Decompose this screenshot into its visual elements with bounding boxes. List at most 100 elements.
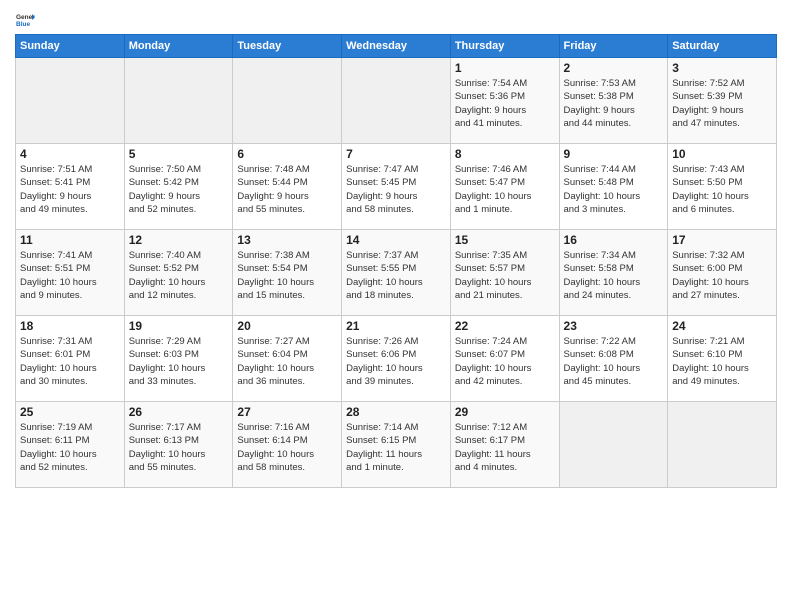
calendar-body: 1 Sunrise: 7:54 AMSunset: 5:36 PMDaylight… [16,58,777,488]
calendar-week: 4 Sunrise: 7:51 AMSunset: 5:41 PMDaylight… [16,144,777,230]
calendar-cell [342,58,451,144]
calendar-cell: 1 Sunrise: 7:54 AMSunset: 5:36 PMDaylight… [450,58,559,144]
cell-day-number: 23 [564,319,664,333]
cell-info: Sunrise: 7:12 AMSunset: 6:17 PMDaylight:… [455,421,555,474]
weekday-header: Wednesday [342,35,451,58]
cell-day-number: 5 [129,147,229,161]
cell-info: Sunrise: 7:26 AMSunset: 6:06 PMDaylight:… [346,335,446,388]
calendar-header: SundayMondayTuesdayWednesdayThursdayFrid… [16,35,777,58]
calendar-cell: 24 Sunrise: 7:21 AMSunset: 6:10 PMDayligh… [668,316,777,402]
weekday-header: Saturday [668,35,777,58]
calendar-cell: 11 Sunrise: 7:41 AMSunset: 5:51 PMDayligh… [16,230,125,316]
cell-day-number: 25 [20,405,120,419]
cell-info: Sunrise: 7:17 AMSunset: 6:13 PMDaylight:… [129,421,229,474]
cell-info: Sunrise: 7:43 AMSunset: 5:50 PMDaylight:… [672,163,772,216]
cell-info: Sunrise: 7:29 AMSunset: 6:03 PMDaylight:… [129,335,229,388]
cell-info: Sunrise: 7:31 AMSunset: 6:01 PMDaylight:… [20,335,120,388]
cell-info: Sunrise: 7:52 AMSunset: 5:39 PMDaylight:… [672,77,772,130]
calendar-cell: 8 Sunrise: 7:46 AMSunset: 5:47 PMDaylight… [450,144,559,230]
weekday-header: Thursday [450,35,559,58]
weekday-header: Tuesday [233,35,342,58]
cell-day-number: 28 [346,405,446,419]
cell-day-number: 24 [672,319,772,333]
cell-day-number: 17 [672,233,772,247]
calendar-cell: 9Sunrise: 7:44 AMSunset: 5:48 PMDaylight… [559,144,668,230]
cell-info: Sunrise: 7:54 AMSunset: 5:36 PMDaylight:… [455,77,555,130]
cell-day-number: 18 [20,319,120,333]
calendar-cell: 27 Sunrise: 7:16 AMSunset: 6:14 PMDayligh… [233,402,342,488]
cell-day-number: 26 [129,405,229,419]
calendar-cell: 19 Sunrise: 7:29 AMSunset: 6:03 PMDayligh… [124,316,233,402]
cell-day-number: 14 [346,233,446,247]
calendar-cell: 12 Sunrise: 7:40 AMSunset: 5:52 PMDayligh… [124,230,233,316]
calendar-cell: 14 Sunrise: 7:37 AMSunset: 5:55 PMDayligh… [342,230,451,316]
cell-info: Sunrise: 7:35 AMSunset: 5:57 PMDaylight:… [455,249,555,302]
calendar-cell: 5 Sunrise: 7:50 AMSunset: 5:42 PMDaylight… [124,144,233,230]
calendar-cell: 7 Sunrise: 7:47 AMSunset: 5:45 PMDaylight… [342,144,451,230]
logo: General Blue [15,10,39,30]
calendar-cell [668,402,777,488]
calendar-cell: 20Sunrise: 7:27 AMSunset: 6:04 PMDayligh… [233,316,342,402]
cell-info: Sunrise: 7:16 AMSunset: 6:14 PMDaylight:… [237,421,337,474]
calendar-week: 18 Sunrise: 7:31 AMSunset: 6:01 PMDayligh… [16,316,777,402]
cell-info: Sunrise: 7:24 AMSunset: 6:07 PMDaylight:… [455,335,555,388]
calendar-cell: 3 Sunrise: 7:52 AMSunset: 5:39 PMDaylight… [668,58,777,144]
cell-info: Sunrise: 7:51 AMSunset: 5:41 PMDaylight:… [20,163,120,216]
calendar-cell: 2Sunrise: 7:53 AMSunset: 5:38 PMDaylight… [559,58,668,144]
calendar-cell: 25Sunrise: 7:19 AMSunset: 6:11 PMDayligh… [16,402,125,488]
cell-day-number: 21 [346,319,446,333]
cell-day-number: 15 [455,233,555,247]
calendar-cell: 28Sunrise: 7:14 AMSunset: 6:15 PMDayligh… [342,402,451,488]
svg-text:Blue: Blue [16,21,30,28]
calendar-cell: 22 Sunrise: 7:24 AMSunset: 6:07 PMDayligh… [450,316,559,402]
calendar-cell: 10 Sunrise: 7:43 AMSunset: 5:50 PMDayligh… [668,144,777,230]
cell-day-number: 13 [237,233,337,247]
weekday-header: Monday [124,35,233,58]
cell-day-number: 11 [20,233,120,247]
logo-icon: General Blue [15,10,35,30]
calendar-cell: 6 Sunrise: 7:48 AMSunset: 5:44 PMDaylight… [233,144,342,230]
calendar-cell: 17 Sunrise: 7:32 AMSunset: 6:00 PMDayligh… [668,230,777,316]
calendar-week: 11 Sunrise: 7:41 AMSunset: 5:51 PMDayligh… [16,230,777,316]
cell-day-number: 10 [672,147,772,161]
cell-day-number: 19 [129,319,229,333]
calendar-cell: 23Sunrise: 7:22 AMSunset: 6:08 PMDayligh… [559,316,668,402]
page: General Blue SundayMondayTuesdayWednesda… [0,0,792,612]
cell-info: Sunrise: 7:21 AMSunset: 6:10 PMDaylight:… [672,335,772,388]
cell-info: Sunrise: 7:34 AMSunset: 5:58 PMDaylight:… [564,249,664,302]
header-row: SundayMondayTuesdayWednesdayThursdayFrid… [16,35,777,58]
calendar-cell: 26 Sunrise: 7:17 AMSunset: 6:13 PMDayligh… [124,402,233,488]
weekday-header: Sunday [16,35,125,58]
cell-info: Sunrise: 7:53 AMSunset: 5:38 PMDaylight:… [564,77,664,130]
cell-day-number: 22 [455,319,555,333]
calendar-cell: 29 Sunrise: 7:12 AMSunset: 6:17 PMDayligh… [450,402,559,488]
cell-info: Sunrise: 7:32 AMSunset: 6:00 PMDaylight:… [672,249,772,302]
cell-day-number: 12 [129,233,229,247]
calendar-cell [233,58,342,144]
cell-day-number: 16 [564,233,664,247]
calendar: SundayMondayTuesdayWednesdayThursdayFrid… [15,34,777,488]
cell-info: Sunrise: 7:27 AMSunset: 6:04 PMDaylight:… [237,335,337,388]
cell-info: Sunrise: 7:44 AMSunset: 5:48 PMDaylight:… [564,163,664,216]
calendar-cell: 15 Sunrise: 7:35 AMSunset: 5:57 PMDayligh… [450,230,559,316]
cell-info: Sunrise: 7:48 AMSunset: 5:44 PMDaylight:… [237,163,337,216]
cell-info: Sunrise: 7:41 AMSunset: 5:51 PMDaylight:… [20,249,120,302]
cell-info: Sunrise: 7:46 AMSunset: 5:47 PMDaylight:… [455,163,555,216]
cell-info: Sunrise: 7:50 AMSunset: 5:42 PMDaylight:… [129,163,229,216]
cell-day-number: 3 [672,61,772,75]
calendar-cell [559,402,668,488]
header: General Blue [15,10,777,30]
cell-info: Sunrise: 7:38 AMSunset: 5:54 PMDaylight:… [237,249,337,302]
cell-day-number: 6 [237,147,337,161]
cell-day-number: 1 [455,61,555,75]
cell-info: Sunrise: 7:47 AMSunset: 5:45 PMDaylight:… [346,163,446,216]
calendar-cell [124,58,233,144]
cell-day-number: 7 [346,147,446,161]
cell-day-number: 27 [237,405,337,419]
cell-info: Sunrise: 7:40 AMSunset: 5:52 PMDaylight:… [129,249,229,302]
cell-day-number: 8 [455,147,555,161]
cell-day-number: 4 [20,147,120,161]
calendar-week: 1 Sunrise: 7:54 AMSunset: 5:36 PMDaylight… [16,58,777,144]
cell-day-number: 29 [455,405,555,419]
cell-info: Sunrise: 7:37 AMSunset: 5:55 PMDaylight:… [346,249,446,302]
